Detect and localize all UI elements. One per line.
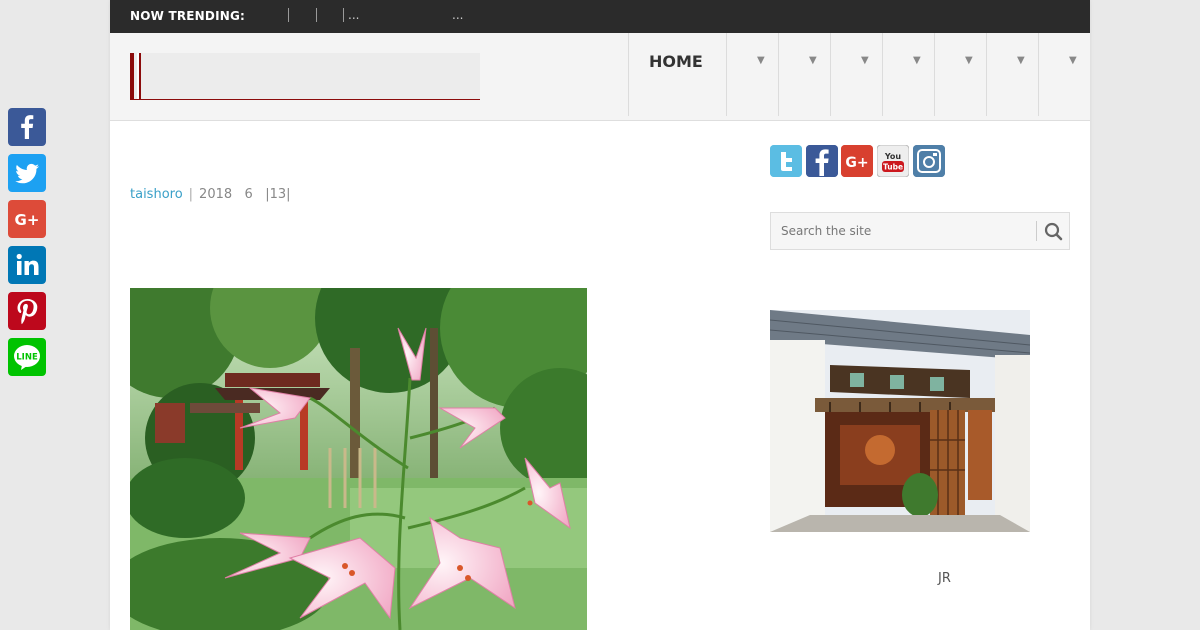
twitter-icon	[770, 145, 802, 177]
nav-item-dropdown[interactable]: ▼	[1038, 33, 1090, 116]
pinterest-icon	[17, 299, 38, 325]
linkedin-icon	[16, 253, 39, 275]
nav-item-dropdown[interactable]: ▼	[778, 33, 830, 116]
sidebar-google-plus-link[interactable]: G+	[841, 145, 873, 177]
post-featured-image	[130, 288, 587, 630]
page-wrapper: NOW TRENDING: ... ... HOME ▼ ▼ ▼ ▼ ▼ ▼ ▼…	[110, 0, 1090, 630]
line-share-button[interactable]: LINE	[8, 338, 46, 376]
nav-home-label: HOME	[649, 52, 703, 71]
pinterest-share-button[interactable]	[8, 292, 46, 330]
twitter-share-button[interactable]	[8, 154, 46, 192]
search-input[interactable]	[771, 213, 1036, 249]
meta-separator: |	[188, 187, 194, 202]
linkedin-share-button[interactable]	[8, 246, 46, 284]
youtube-icon: You Tube	[876, 144, 910, 178]
google-plus-share-button[interactable]: G+	[8, 200, 46, 238]
share-rail: G+ LINE	[8, 108, 46, 384]
post-author-link[interactable]: taishoro	[130, 187, 183, 202]
youtube-text-2: Tube	[883, 163, 903, 172]
instagram-icon	[913, 145, 945, 177]
search-divider	[1036, 221, 1037, 241]
trending-separator	[343, 8, 344, 22]
nav-item-dropdown[interactable]: ▼	[986, 33, 1038, 116]
nav-item-home[interactable]: HOME	[628, 33, 726, 116]
lily-garden-illustration	[130, 288, 587, 630]
site-header: HOME ▼ ▼ ▼ ▼ ▼ ▼ ▼	[110, 33, 1090, 121]
post-year: 2018	[199, 187, 233, 202]
sidebar-twitter-link[interactable]	[770, 145, 802, 177]
trending-separator	[288, 8, 289, 22]
sidebar-image-caption: JR	[938, 571, 951, 586]
facebook-share-button[interactable]	[8, 108, 46, 146]
nav-item-dropdown[interactable]: ▼	[882, 33, 934, 116]
twitter-icon	[15, 163, 39, 184]
chevron-down-icon: ▼	[861, 55, 869, 66]
sidebar-facebook-link[interactable]	[806, 145, 838, 177]
chevron-down-icon: ▼	[1017, 55, 1025, 66]
trending-label: NOW TRENDING:	[130, 9, 246, 23]
sidebar-search	[770, 212, 1070, 250]
line-text: LINE	[16, 353, 38, 363]
line-icon: LINE	[14, 345, 40, 370]
youtube-text-1: You	[884, 152, 902, 161]
chevron-down-icon: ▼	[913, 55, 921, 66]
logo-stripe	[139, 53, 141, 99]
google-plus-icon: G+	[841, 145, 873, 177]
trending-bar: NOW TRENDING: ... ...	[110, 0, 1090, 33]
post-comments-link[interactable]: |13|	[265, 187, 290, 202]
chevron-down-icon: ▼	[965, 55, 973, 66]
chevron-down-icon: ▼	[809, 55, 817, 66]
post-month: 6	[244, 187, 253, 202]
nav-item-dropdown[interactable]: ▼	[830, 33, 882, 116]
trending-link[interactable]: ...	[348, 8, 359, 22]
search-button[interactable]	[1039, 213, 1069, 249]
post-meta: taishoro | 2018 6 |13|	[130, 187, 291, 202]
sidebar-featured-image[interactable]	[770, 310, 1030, 532]
sidebar-youtube-link[interactable]: You Tube	[876, 144, 910, 178]
trending-separator	[316, 8, 317, 22]
sidebar-instagram-link[interactable]	[913, 145, 945, 177]
site-logo[interactable]	[130, 53, 480, 100]
google-plus-icon: G+	[15, 211, 40, 229]
facebook-icon	[806, 145, 838, 177]
chevron-down-icon: ▼	[757, 55, 765, 66]
trending-link[interactable]: ...	[452, 8, 463, 22]
google-plus-text: G+	[15, 211, 40, 229]
chevron-down-icon: ▼	[1069, 55, 1077, 66]
search-icon	[1044, 222, 1063, 241]
nav-item-dropdown[interactable]: ▼	[726, 33, 778, 116]
google-plus-text: G+	[845, 155, 868, 171]
nav-item-dropdown[interactable]: ▼	[934, 33, 986, 116]
facebook-icon	[21, 115, 34, 139]
building-entrance-illustration	[770, 310, 1030, 532]
